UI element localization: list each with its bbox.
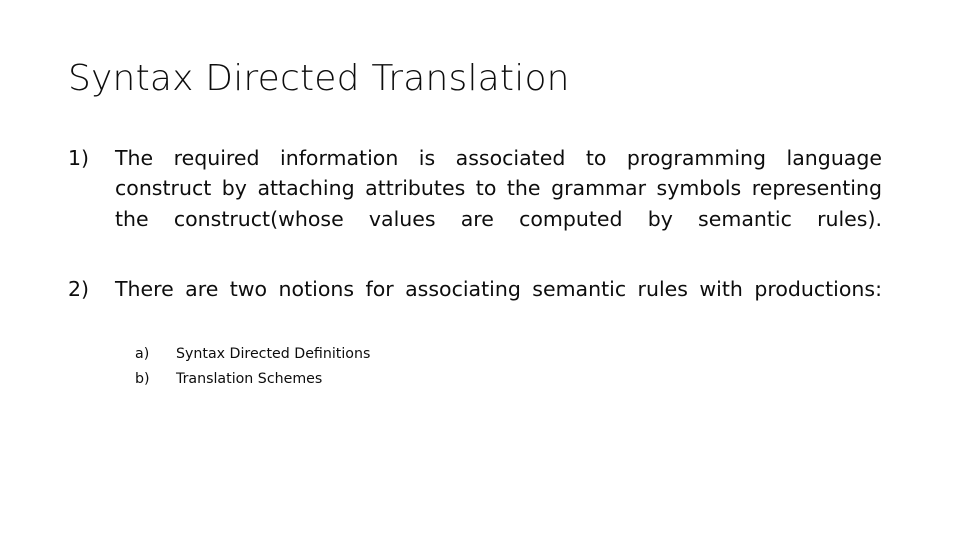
sub-list-item-marker: a) — [135, 346, 150, 363]
page-title: Syntax Directed Translation — [68, 58, 570, 99]
list-item: 1) The required information is associate… — [68, 143, 882, 265]
sub-list-item-label: Syntax Directed Definitions — [176, 346, 371, 363]
list-item-text: The required information is associated t… — [115, 146, 882, 231]
list-item: 2) There are two notions for associating… — [68, 274, 882, 335]
sub-list-item: b) Translation Schemes — [68, 367, 882, 392]
sub-list-item-marker: b) — [135, 371, 150, 388]
list-item-marker: 1) — [68, 146, 90, 170]
sub-list-item-label: Translation Schemes — [176, 371, 323, 388]
sub-list: a) Syntax Directed Definitions b) Transl… — [68, 342, 882, 392]
sub-list-item: a) Syntax Directed Definitions — [68, 342, 882, 367]
list-item-text: There are two notions for associating se… — [115, 276, 882, 301]
slide-body: 1) The required information is associate… — [68, 143, 882, 392]
slide-canvas: Syntax Directed Translation 1) The requi… — [0, 0, 960, 540]
list-item-marker: 2) — [68, 276, 90, 301]
